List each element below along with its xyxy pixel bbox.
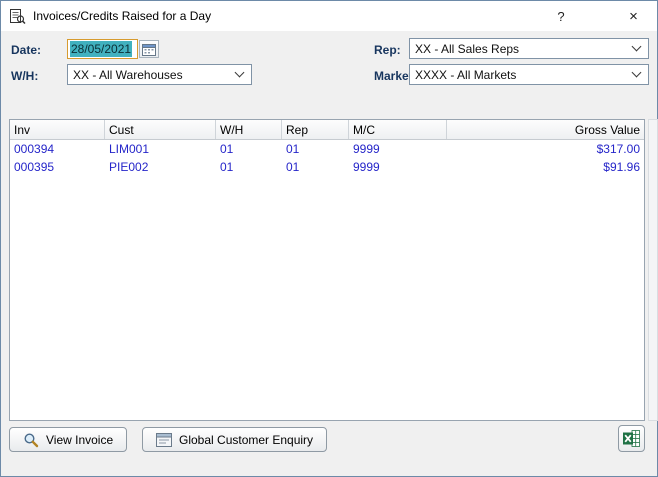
- rep-label: Rep:: [374, 43, 401, 57]
- cell-wh: 01: [216, 140, 282, 158]
- column-header-wh[interactable]: W/H: [216, 120, 282, 139]
- view-invoice-label: View Invoice: [46, 433, 113, 447]
- column-header-inv[interactable]: Inv: [10, 120, 105, 139]
- date-value: 28/05/2021: [70, 41, 132, 57]
- view-invoice-button[interactable]: View Invoice: [9, 427, 127, 452]
- cell-inv: 000395: [10, 158, 105, 176]
- calendar-button[interactable]: [139, 40, 159, 58]
- table-row[interactable]: 000395 PIE002 01 01 9999 $91.96: [10, 158, 644, 176]
- cell-mc: 9999: [349, 140, 447, 158]
- global-customer-enquiry-button[interactable]: Global Customer Enquiry: [142, 427, 327, 452]
- cell-gross: $317.00: [447, 140, 644, 158]
- excel-export-icon: [622, 429, 641, 448]
- chevron-down-icon: [632, 42, 642, 52]
- close-button[interactable]: ×: [611, 1, 656, 31]
- chevron-down-icon: [235, 68, 245, 78]
- column-header-mc[interactable]: M/C: [349, 120, 447, 139]
- warehouse-value: XX - All Warehouses: [73, 68, 183, 82]
- column-header-gross[interactable]: Gross Value: [447, 120, 644, 139]
- rep-select[interactable]: XX - All Sales Reps: [409, 38, 649, 59]
- column-header-cust[interactable]: Cust: [105, 120, 216, 139]
- market-select[interactable]: XXXX - All Markets: [409, 64, 649, 85]
- global-customer-enquiry-label: Global Customer Enquiry: [179, 433, 313, 447]
- chevron-down-icon: [632, 68, 642, 78]
- date-input[interactable]: 28/05/2021: [67, 39, 138, 59]
- cell-cust: PIE002: [105, 158, 216, 176]
- cell-inv: 000394: [10, 140, 105, 158]
- warehouse-label: W/H:: [11, 69, 38, 83]
- cell-gross: $91.96: [447, 158, 644, 176]
- rep-value: XX - All Sales Reps: [415, 42, 519, 56]
- table-row[interactable]: 000394 LIM001 01 01 9999 $317.00: [10, 140, 644, 158]
- warehouse-select[interactable]: XX - All Warehouses: [67, 64, 252, 85]
- table-header: Inv Cust W/H Rep M/C Gross Value: [10, 120, 644, 140]
- column-header-rep[interactable]: Rep: [282, 120, 349, 139]
- ledger-icon: [8, 7, 26, 25]
- market-value: XXXX - All Markets: [415, 68, 516, 82]
- table-scrollbar[interactable]: [648, 119, 658, 421]
- help-button[interactable]: ?: [539, 1, 583, 31]
- cell-rep: 01: [282, 158, 349, 176]
- invoice-table: Inv Cust W/H Rep M/C Gross Value 000394 …: [9, 119, 645, 421]
- cell-mc: 9999: [349, 158, 447, 176]
- calendar-icon: [142, 43, 156, 56]
- cell-rep: 01: [282, 140, 349, 158]
- magnifier-icon: [23, 432, 39, 448]
- title-bar: Invoices/Credits Raised for a Day ? ×: [1, 1, 657, 31]
- date-label: Date:: [11, 43, 41, 57]
- window-title: Invoices/Credits Raised for a Day: [33, 9, 211, 23]
- cell-cust: LIM001: [105, 140, 216, 158]
- export-to-excel-button[interactable]: [618, 425, 645, 452]
- enquiry-window-icon: [156, 433, 172, 447]
- invoices-credits-window: Invoices/Credits Raised for a Day ? × Da…: [0, 0, 658, 477]
- cell-wh: 01: [216, 158, 282, 176]
